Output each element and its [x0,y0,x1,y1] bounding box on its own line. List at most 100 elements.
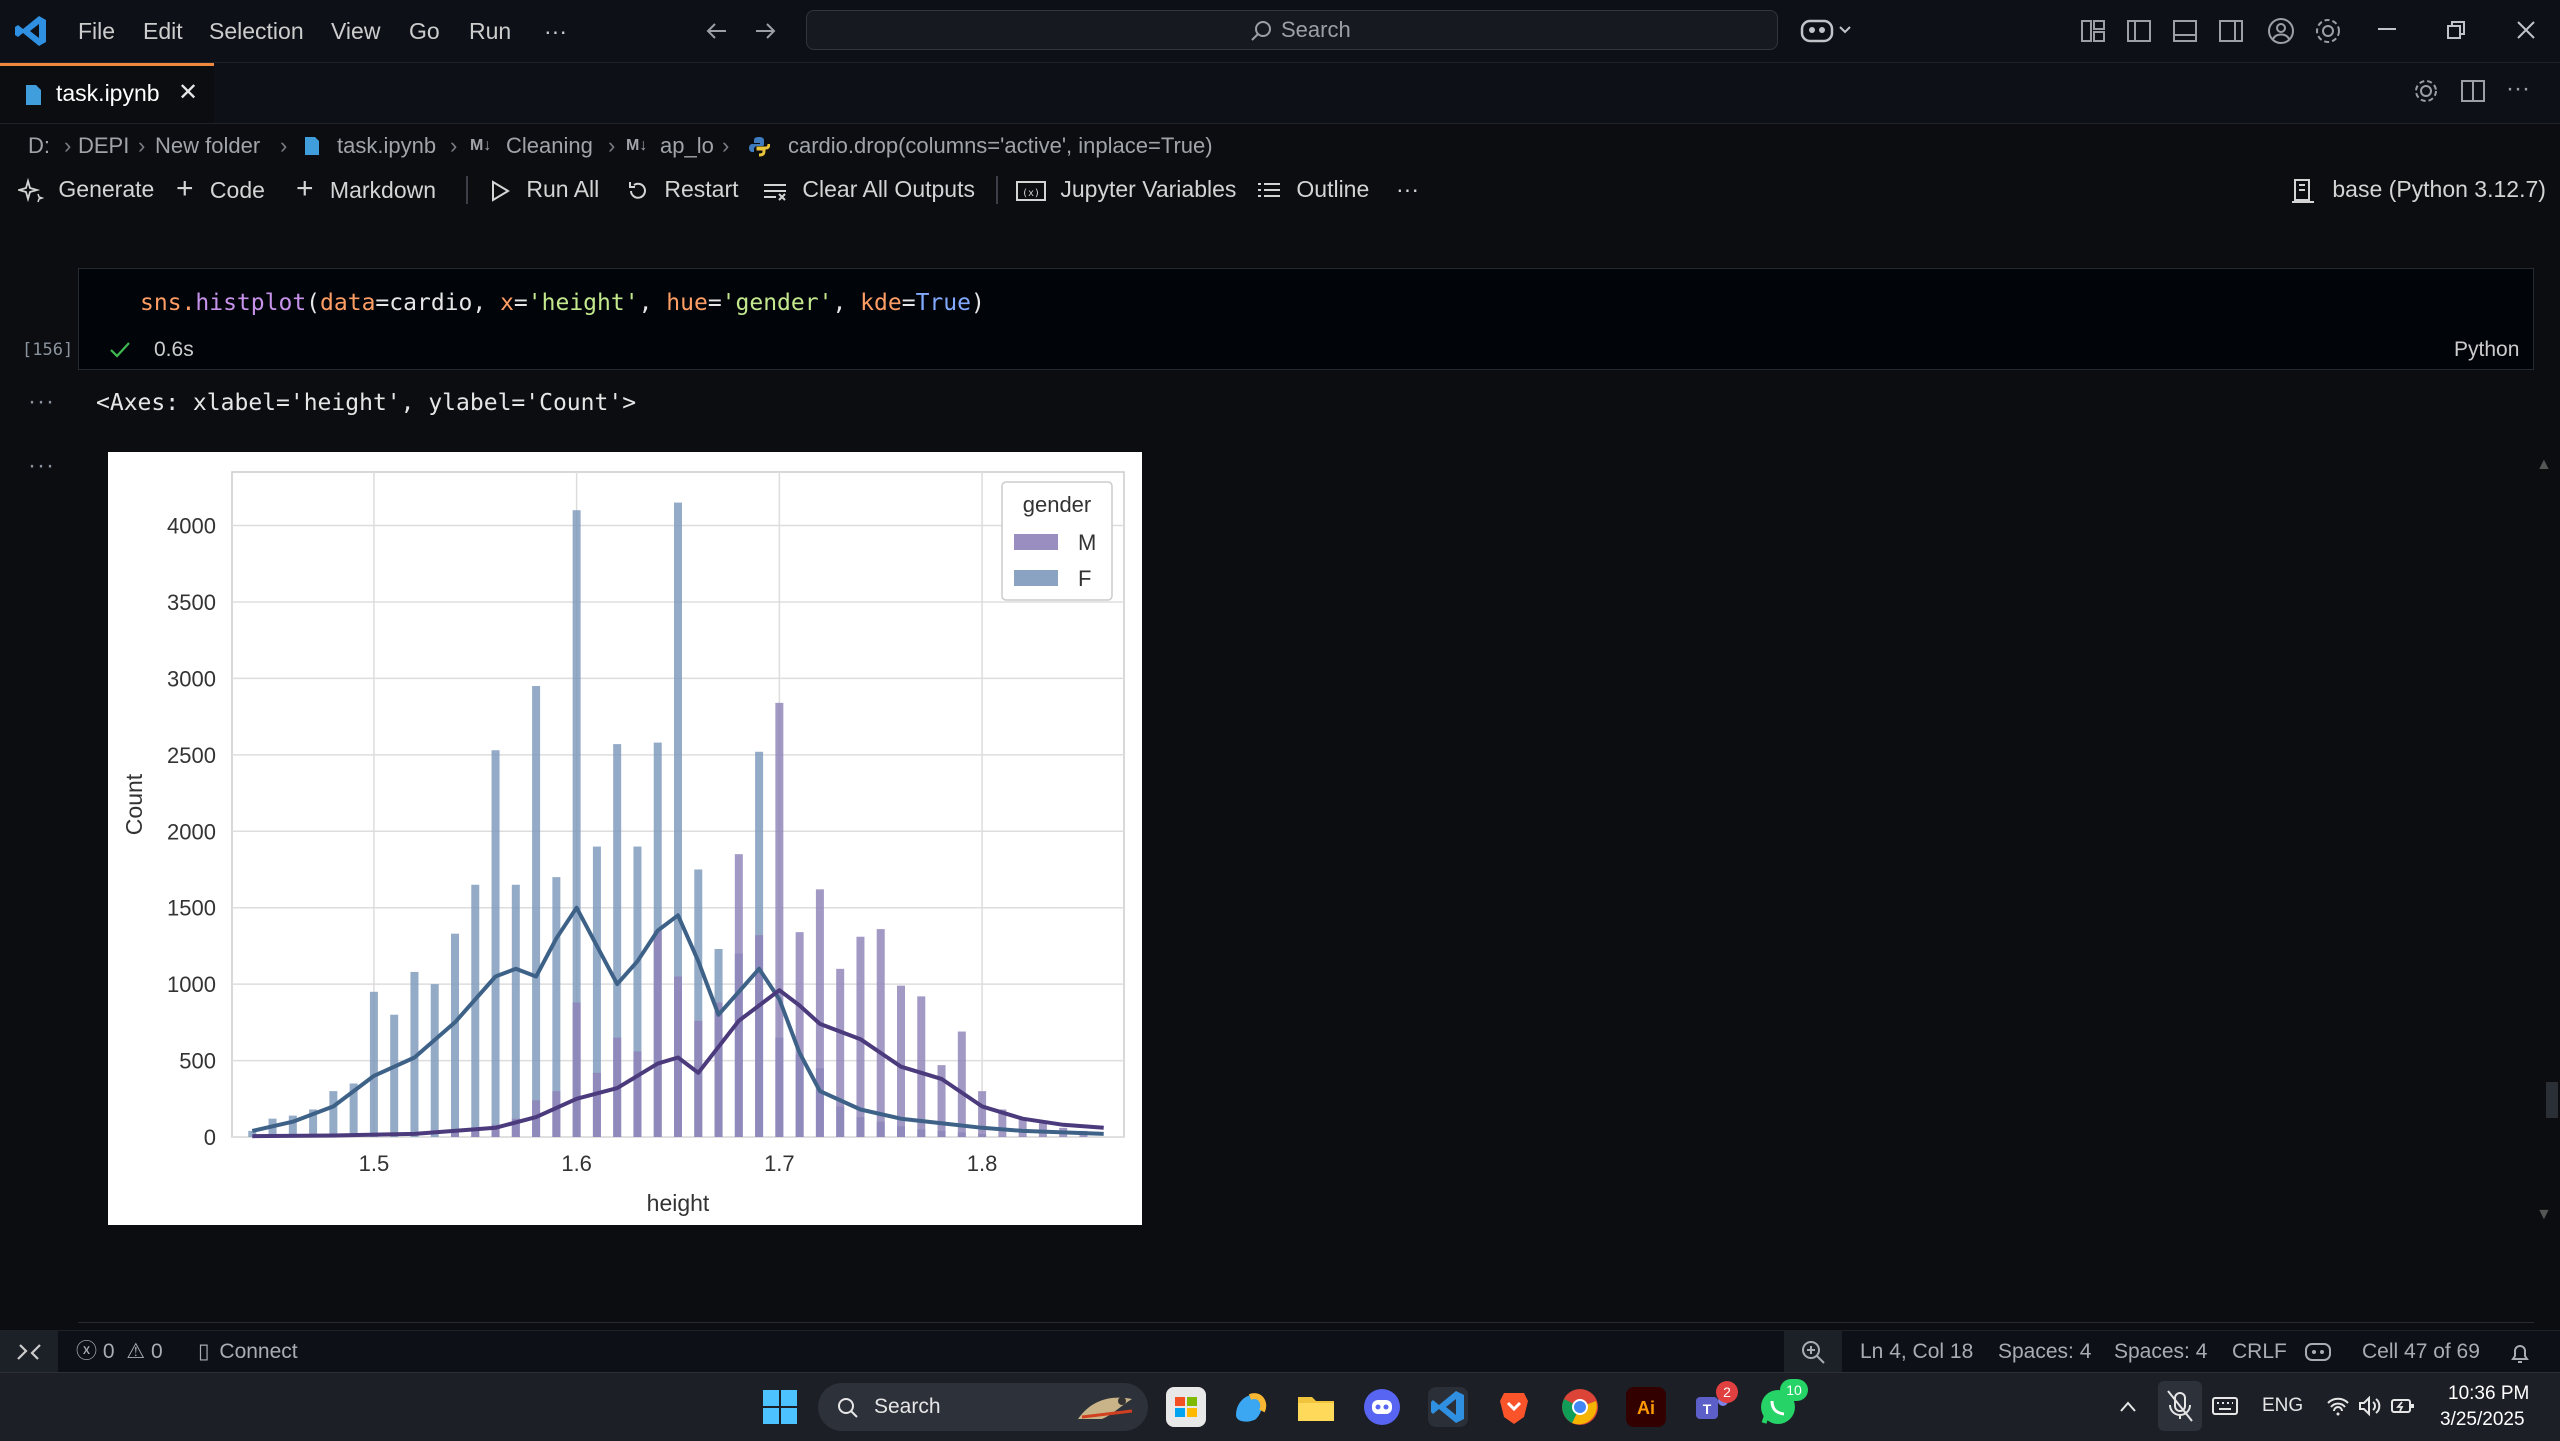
account-icon[interactable] [2266,16,2296,46]
discord-icon[interactable] [1362,1387,1402,1427]
kernel-picker[interactable]: base (Python 3.12.7) [2290,168,2546,210]
editor-more-actions[interactable]: ··· [2506,75,2530,103]
breadcrumb-depi[interactable]: DEPI [78,128,129,164]
notebook-toolbar: Generate + Code + Markdown Run All Resta… [0,168,2560,210]
title-bar: File Edit Selection View Go Run ··· Sear… [0,0,2560,63]
chevron-right-icon: › [608,133,616,158]
menu-view[interactable]: View [331,0,380,62]
bar-m [592,1072,601,1137]
tab-close-icon[interactable]: ✕ [178,78,198,107]
bar-m [653,930,662,1137]
menu-go[interactable]: Go [409,0,440,62]
brave-icon[interactable] [1494,1387,1534,1427]
markdown-icon: M↓ [626,137,648,154]
minimize-icon[interactable] [2378,28,2396,30]
bar-m [978,1091,987,1137]
keyboard-icon[interactable] [2212,1395,2238,1417]
microsoft-store-icon[interactable] [1166,1387,1206,1427]
bar-m [552,1091,561,1137]
forward-arrow-icon[interactable] [752,18,778,44]
notifications-bell-icon[interactable] [2508,1341,2532,1365]
zoom-indicator[interactable] [1784,1331,1842,1373]
menu-file[interactable]: File [78,0,115,62]
scroll-up-icon[interactable]: ▲ [2536,456,2552,474]
bar-m [775,702,784,1137]
bar-f [532,686,541,1137]
toggle-panel-icon[interactable] [2172,18,2198,44]
tab-task-ipynb[interactable]: task.ipynb ✕ [0,63,214,123]
menu-selection[interactable]: Selection [209,0,304,62]
play-icon [488,179,512,203]
adobe-illustrator-icon[interactable]: Ai [1626,1387,1666,1427]
scrollbar-thumb[interactable] [2546,1082,2558,1118]
breadcrumb-file[interactable]: task.ipynb [337,128,436,164]
wifi-icon[interactable] [2326,1395,2350,1417]
indentation-2[interactable]: Spaces: 4 [2114,1331,2207,1373]
add-code-cell-button[interactable]: + Code [176,168,265,210]
restore-icon[interactable] [2446,20,2466,40]
file-explorer-icon[interactable] [1296,1387,1336,1427]
scroll-down-icon[interactable]: ▼ [2536,1206,2552,1224]
menu-edit[interactable]: Edit [143,0,183,62]
clear-all-outputs-button[interactable]: Clear All Outputs [762,168,975,210]
settings-gear-icon[interactable] [2313,16,2343,46]
output-more-actions[interactable]: ··· [28,388,55,416]
windows-start-icon[interactable] [762,1389,798,1425]
command-search-box[interactable]: Search [806,10,1778,50]
run-all-button[interactable]: Run All [488,168,599,210]
code-token: data [320,290,376,316]
toggle-sidebar-icon[interactable] [2126,18,2152,44]
cell-language[interactable]: Python [2454,338,2519,362]
chevron-up-icon[interactable] [2118,1397,2138,1417]
add-markdown-cell-button[interactable]: + Markdown [296,168,436,210]
toolbar-more[interactable]: ··· [1396,168,1419,210]
battery-icon[interactable] [2390,1395,2416,1417]
copilot-app-icon[interactable] [1230,1387,1270,1427]
notebook-settings-gear-icon[interactable] [2412,77,2440,105]
volume-icon[interactable] [2358,1395,2382,1417]
back-arrow-icon[interactable] [704,18,730,44]
outline-button[interactable]: Outline [1256,168,1369,210]
toolbar-divider [996,176,998,204]
chrome-icon[interactable] [1560,1387,1600,1427]
indentation-1[interactable]: Spaces: 4 [1998,1331,2091,1373]
copilot-icon[interactable] [1800,15,1854,45]
code-line[interactable]: sns.histplot(data=cardio, x='height', hu… [140,290,985,316]
jupyter-variables-button[interactable]: (x) Jupyter Variables [1016,168,1236,210]
y-tick-label: 1500 [167,896,216,921]
taskbar-search[interactable]: Search [818,1383,1148,1431]
menu-more[interactable]: ··· [544,0,567,62]
split-editor-icon[interactable] [2460,78,2486,104]
toggle-secondary-sidebar-icon[interactable] [2218,18,2244,44]
python-icon [748,135,770,157]
windows-taskbar: Search Ai T 2 10 ENG 10:36 PM 3/25/2025 [0,1372,2560,1441]
cell-position[interactable]: Cell 47 of 69 [2362,1331,2480,1373]
remote-indicator[interactable] [0,1331,58,1373]
search-icon [1249,19,1273,43]
problems-indicator[interactable]: ⓧ 0 ⚠ 0 [76,1331,163,1373]
code-cell[interactable] [78,268,2534,370]
vscode-taskbar-icon[interactable] [1428,1387,1468,1427]
line-ending[interactable]: CRLF [2232,1331,2287,1373]
breadcrumb-drive[interactable]: D: [28,128,50,164]
menu-run[interactable]: Run [469,0,511,62]
chart-svg: 0 500 1000 1500 2000 2500 3000 3500 4000 1.5 1.6 1.… [121,471,1125,1216]
cursor-position[interactable]: Ln 4, Col 18 [1860,1331,1973,1373]
mic-muted-icon[interactable] [2158,1381,2202,1431]
breadcrumb-ap-lo[interactable]: ap_lo [660,128,714,164]
breadcrumb-new-folder[interactable]: New folder [155,128,260,164]
clock-date[interactable]: 3/25/2025 [2440,1409,2525,1431]
breadcrumb-cleaning[interactable]: Cleaning [506,128,593,164]
database-icon: ▯ [198,1340,210,1363]
generate-button[interactable]: Generate [18,168,154,210]
restart-button[interactable]: Restart [626,168,739,210]
connect-button[interactable]: ▯ Connect [198,1331,298,1373]
input-language[interactable]: ENG [2262,1395,2303,1417]
customize-layout-icon[interactable] [2080,18,2106,44]
clock-time[interactable]: 10:36 PM [2448,1383,2529,1405]
breadcrumb-code-line[interactable]: cardio.drop(columns='active', inplace=Tr… [788,128,1213,164]
copilot-status-icon[interactable] [2304,1340,2332,1364]
close-window-icon[interactable] [2516,20,2536,40]
output-more-actions[interactable]: ··· [28,452,55,480]
run-all-label: Run All [526,176,600,202]
